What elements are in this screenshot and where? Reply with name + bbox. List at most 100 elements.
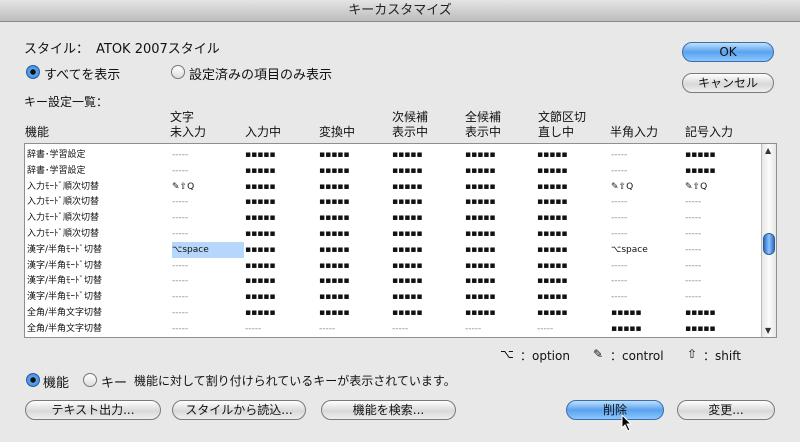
key-cell[interactable]: -----	[172, 305, 188, 321]
key-cell[interactable]: ▪▪▪▪▪	[319, 210, 350, 226]
key-cell[interactable]: ▪▪▪▪▪	[537, 179, 568, 195]
key-cell[interactable]: ▪▪▪▪▪	[465, 242, 496, 258]
key-cell[interactable]: ✎⇧Q	[611, 179, 633, 195]
function-name-cell[interactable]: 漢字/半角ﾓｰﾄﾞ切替	[27, 242, 102, 258]
key-cell[interactable]: ▪▪▪▪▪	[392, 210, 423, 226]
key-cell[interactable]: -----	[319, 321, 335, 337]
key-cell[interactable]: ▪▪▪▪▪	[392, 305, 423, 321]
key-cell[interactable]: ▪▪▪▪▪	[245, 194, 276, 210]
table-row[interactable]: 全角/半角文字切替 ----- ----- ----- ----- ----- ----- ▪…	[25, 321, 761, 337]
key-cell[interactable]: ▪▪▪▪▪	[392, 226, 423, 242]
key-cell[interactable]: -----	[611, 273, 627, 289]
key-cell[interactable]: ▪▪▪▪▪	[537, 242, 568, 258]
key-cell[interactable]: ▪▪▪▪▪	[245, 273, 276, 289]
key-cell[interactable]: ▪▪▪▪▪	[319, 289, 350, 305]
table-row[interactable]: 全角/半角文字切替 ----- ▪▪▪▪▪ ▪▪▪▪▪ ▪▪▪▪▪ ▪▪▪▪▪ ▪▪▪▪▪ ▪…	[25, 305, 761, 321]
function-name-cell[interactable]: 全角/半角文字切替	[27, 305, 102, 321]
table-row[interactable]: 漢字/半角ﾓｰﾄﾞ切替 ----- ▪▪▪▪▪ ▪▪▪▪▪ ▪▪▪▪▪ ▪▪▪▪▪ ▪▪▪▪…	[25, 289, 761, 305]
key-cell[interactable]: -----	[172, 289, 188, 305]
key-cell[interactable]: ▪▪▪▪▪	[465, 258, 496, 274]
change-button[interactable]: 変更...	[677, 400, 775, 420]
key-cell[interactable]: -----	[172, 210, 188, 226]
function-name-cell[interactable]: 入力ﾓｰﾄﾞ順次切替	[27, 226, 99, 242]
key-cell[interactable]: ▪▪▪▪▪	[319, 273, 350, 289]
function-name-cell[interactable]: 辞書･学習設定	[27, 163, 86, 179]
key-cell[interactable]: ▪▪▪▪▪	[392, 179, 423, 195]
key-cell[interactable]: ▪▪▪▪▪	[465, 194, 496, 210]
key-cell[interactable]: ▪▪▪▪▪	[465, 163, 496, 179]
table-row[interactable]: 辞書･学習設定 ----- ▪▪▪▪▪ ▪▪▪▪▪ ▪▪▪▪▪ ▪▪▪▪▪ ▪▪▪▪▪ ---…	[25, 147, 761, 163]
key-cell[interactable]: -----	[611, 226, 627, 242]
key-settings-table[interactable]: 辞書･学習設定 ----- ▪▪▪▪▪ ▪▪▪▪▪ ▪▪▪▪▪ ▪▪▪▪▪ ▪▪▪▪▪ ---…	[24, 143, 777, 338]
key-cell[interactable]: -----	[537, 321, 553, 337]
key-cell[interactable]: ▪▪▪▪▪	[245, 163, 276, 179]
key-cell[interactable]: -----	[172, 321, 188, 337]
table-row[interactable]: 辞書･学習設定 ----- ▪▪▪▪▪ ▪▪▪▪▪ ▪▪▪▪▪ ▪▪▪▪▪ ▪▪▪▪▪ ---…	[25, 163, 761, 179]
key-cell[interactable]: ▪▪▪▪▪	[392, 289, 423, 305]
ok-button[interactable]: OK	[682, 42, 774, 62]
key-cell[interactable]: -----	[172, 273, 188, 289]
key-cell[interactable]: ▪▪▪▪▪	[537, 258, 568, 274]
key-cell[interactable]: ▪▪▪▪▪	[319, 305, 350, 321]
delete-button[interactable]: 削除	[566, 400, 664, 420]
key-cell[interactable]: -----	[611, 194, 627, 210]
key-cell[interactable]: ▪▪▪▪▪	[685, 147, 716, 163]
table-row[interactable]: 漢字/半角ﾓｰﾄﾞ切替 ----- ▪▪▪▪▪ ▪▪▪▪▪ ▪▪▪▪▪ ▪▪▪▪▪ ▪▪▪▪…	[25, 258, 761, 274]
key-cell[interactable]: -----	[685, 273, 701, 289]
key-cell[interactable]: ▪▪▪▪▪	[245, 210, 276, 226]
key-cell[interactable]: ▪▪▪▪▪	[319, 179, 350, 195]
key-cell[interactable]: ▪▪▪▪▪	[319, 163, 350, 179]
show-configured-radio[interactable]	[171, 65, 185, 79]
key-cell[interactable]: ▪▪▪▪▪	[611, 305, 642, 321]
key-cell[interactable]: -----	[611, 258, 627, 274]
key-cell[interactable]: ▪▪▪▪▪	[319, 194, 350, 210]
key-cell[interactable]: ▪▪▪▪▪	[465, 210, 496, 226]
key-cell[interactable]: -----	[172, 194, 188, 210]
mode-function-radio[interactable]	[26, 373, 40, 387]
key-cell[interactable]: ⌥space	[172, 241, 244, 258]
key-cell[interactable]: ▪▪▪▪▪	[392, 194, 423, 210]
show-all-radio[interactable]	[26, 65, 40, 79]
function-name-cell[interactable]: 漢字/半角ﾓｰﾄﾞ切替	[27, 273, 102, 289]
key-cell[interactable]: ▪▪▪▪▪	[245, 258, 276, 274]
function-name-cell[interactable]: 漢字/半角ﾓｰﾄﾞ切替	[27, 258, 102, 274]
key-cell[interactable]: ▪▪▪▪▪	[465, 273, 496, 289]
key-cell[interactable]: ▪▪▪▪▪	[319, 242, 350, 258]
key-cell[interactable]: -----	[685, 210, 701, 226]
key-cell[interactable]: -----	[685, 258, 701, 274]
key-cell[interactable]: -----	[172, 226, 188, 242]
key-cell[interactable]: -----	[172, 163, 188, 179]
key-cell[interactable]: ▪▪▪▪▪	[245, 226, 276, 242]
key-cell[interactable]: -----	[611, 147, 627, 163]
scroll-down-arrow-icon[interactable]: ▼	[765, 326, 771, 335]
key-cell[interactable]: ▪▪▪▪▪	[465, 305, 496, 321]
key-cell[interactable]: ▪▪▪▪▪	[465, 147, 496, 163]
key-cell[interactable]: ▪▪▪▪▪	[319, 258, 350, 274]
key-cell[interactable]: ▪▪▪▪▪	[319, 147, 350, 163]
key-cell[interactable]: -----	[172, 147, 188, 163]
key-cell[interactable]: ▪▪▪▪▪	[611, 321, 642, 337]
key-cell[interactable]: ▪▪▪▪▪	[537, 194, 568, 210]
function-name-cell[interactable]: 入力ﾓｰﾄﾞ順次切替	[27, 194, 99, 210]
key-cell[interactable]: ▪▪▪▪▪	[465, 289, 496, 305]
key-cell[interactable]: ⌥space	[611, 242, 648, 258]
key-cell[interactable]: -----	[685, 242, 701, 258]
key-cell[interactable]: -----	[611, 289, 627, 305]
table-row[interactable]: 漢字/半角ﾓｰﾄﾞ切替 ⌥space ▪▪▪▪▪ ▪▪▪▪▪ ▪▪▪▪▪ ▪▪▪▪▪ ▪▪▪…	[25, 241, 761, 258]
key-cell[interactable]: ▪▪▪▪▪	[537, 289, 568, 305]
text-output-button[interactable]: テキスト出力...	[25, 400, 161, 420]
key-cell[interactable]: ▪▪▪▪▪	[537, 273, 568, 289]
key-cell[interactable]: -----	[611, 210, 627, 226]
key-cell[interactable]: ▪▪▪▪▪	[392, 147, 423, 163]
key-cell[interactable]: ▪▪▪▪▪	[245, 289, 276, 305]
function-name-cell[interactable]: 漢字/半角ﾓｰﾄﾞ切替	[27, 289, 102, 305]
key-cell[interactable]: ▪▪▪▪▪	[319, 226, 350, 242]
key-cell[interactable]: ✎⇧Q	[685, 179, 707, 195]
key-cell[interactable]: -----	[685, 226, 701, 242]
key-cell[interactable]: -----	[245, 321, 261, 337]
key-cell[interactable]: -----	[685, 194, 701, 210]
key-cell[interactable]: ▪▪▪▪▪	[537, 305, 568, 321]
key-cell[interactable]: ▪▪▪▪▪	[392, 163, 423, 179]
key-cell[interactable]: ▪▪▪▪▪	[245, 179, 276, 195]
key-cell[interactable]: ▪▪▪▪▪	[537, 163, 568, 179]
